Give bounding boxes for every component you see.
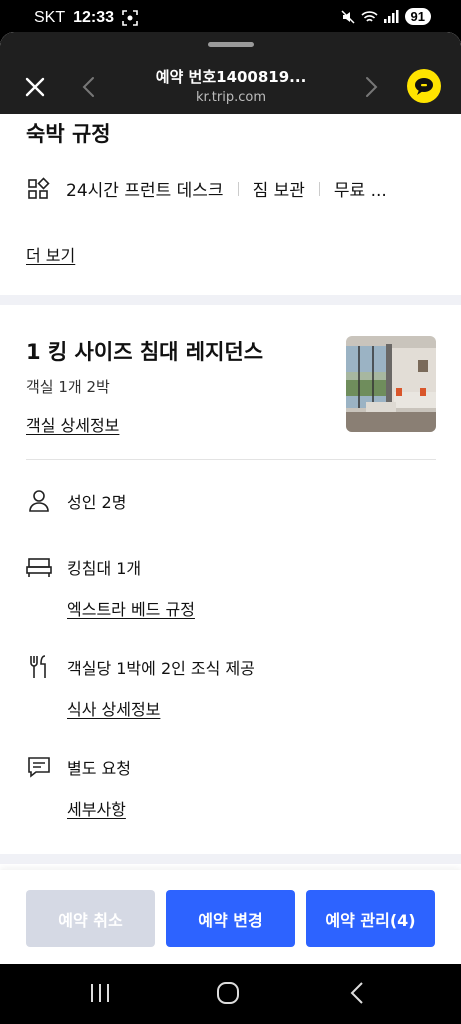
amenities-icon <box>28 176 50 199</box>
room-divider <box>26 459 436 460</box>
meal-detail-link[interactable]: 식사 상세정보 <box>67 696 160 720</box>
wifi-icon <box>360 10 378 22</box>
request-detail-link[interactable]: 세부사항 <box>67 796 126 820</box>
status-bar: SKT 12:33 91 <box>0 0 461 36</box>
section-divider <box>0 854 461 864</box>
action-bar: 예약 취소 예약 변경 예약 관리(4) <box>0 870 461 964</box>
home-icon[interactable] <box>216 981 240 1005</box>
bed-text: 킹침대 1개 <box>67 559 142 578</box>
room-summary: 객실 1개 2박 <box>26 378 110 396</box>
amenity-row: 24시간 프런트 데스크 짐 보관 무료 ... <box>26 176 436 201</box>
more-link[interactable]: 더 보기 <box>26 242 75 266</box>
carrier-label: SKT <box>34 9 66 26</box>
chevron-left-icon <box>82 77 94 97</box>
back-nav-icon[interactable] <box>348 981 366 1005</box>
extra-bed-link[interactable]: 엑스트라 베드 규정 <box>67 596 195 620</box>
chat-bubble-icon <box>415 78 433 95</box>
mute-icon <box>341 9 355 24</box>
section-divider <box>0 295 461 305</box>
forward-button[interactable] <box>362 74 380 100</box>
clock: 12:33 <box>73 9 115 26</box>
page-url: kr.trip.com <box>195 90 266 105</box>
room-thumbnail[interactable] <box>346 336 436 432</box>
person-icon <box>29 490 49 512</box>
meal-info: 객실당 1박에 2인 조식 제공 <box>26 654 255 680</box>
sheet-grabber[interactable] <box>208 42 254 47</box>
utensils-icon <box>30 655 46 678</box>
policy-heading: 숙박 규정 <box>26 122 111 146</box>
cancel-booking-button[interactable]: 예약 취소 <box>26 890 155 947</box>
bed-icon <box>26 558 52 577</box>
manage-booking-button[interactable]: 예약 관리(4) <box>306 890 435 947</box>
message-icon <box>28 757 50 778</box>
back-button[interactable] <box>80 74 98 100</box>
top-bar: 예약 번호1400819... kr.trip.com <box>0 32 461 114</box>
special-request: 별도 요청 <box>26 754 131 780</box>
amenity-item: 짐 보관 <box>252 181 305 201</box>
bed-info: 킹침대 1개 <box>26 554 141 580</box>
chat-button[interactable] <box>407 69 441 103</box>
chevron-right-icon <box>366 77 378 97</box>
amenity-item: 무료 ... <box>333 181 387 201</box>
amenity-separator <box>237 181 239 196</box>
amenity-item: 24시간 프런트 데스크 <box>66 181 224 201</box>
close-icon <box>25 77 45 97</box>
recent-apps-icon[interactable] <box>89 982 111 1004</box>
page-title: 예약 번호1400819... <box>155 68 307 86</box>
guest-text: 성인 2명 <box>67 493 127 512</box>
meal-text: 객실당 1박에 2인 조식 제공 <box>67 659 255 678</box>
system-nav-bar <box>0 964 461 1024</box>
booking-sheet: 예약 번호1400819... kr.trip.com 숙박 규정 24시간 프… <box>0 32 461 964</box>
battery-indicator: 91 <box>404 8 431 25</box>
change-booking-button[interactable]: 예약 변경 <box>166 890 295 947</box>
guest-count: 성인 2명 <box>26 488 126 514</box>
close-button[interactable] <box>22 74 48 100</box>
room-detail-link[interactable]: 객실 상세정보 <box>26 412 119 436</box>
screenshot-icon <box>122 10 138 26</box>
signal-icon <box>383 10 399 23</box>
room-title: 1 킹 사이즈 침대 레지던스 <box>26 340 264 364</box>
room-photo <box>346 336 436 432</box>
amenity-separator <box>318 181 320 196</box>
request-text: 별도 요청 <box>67 759 131 778</box>
